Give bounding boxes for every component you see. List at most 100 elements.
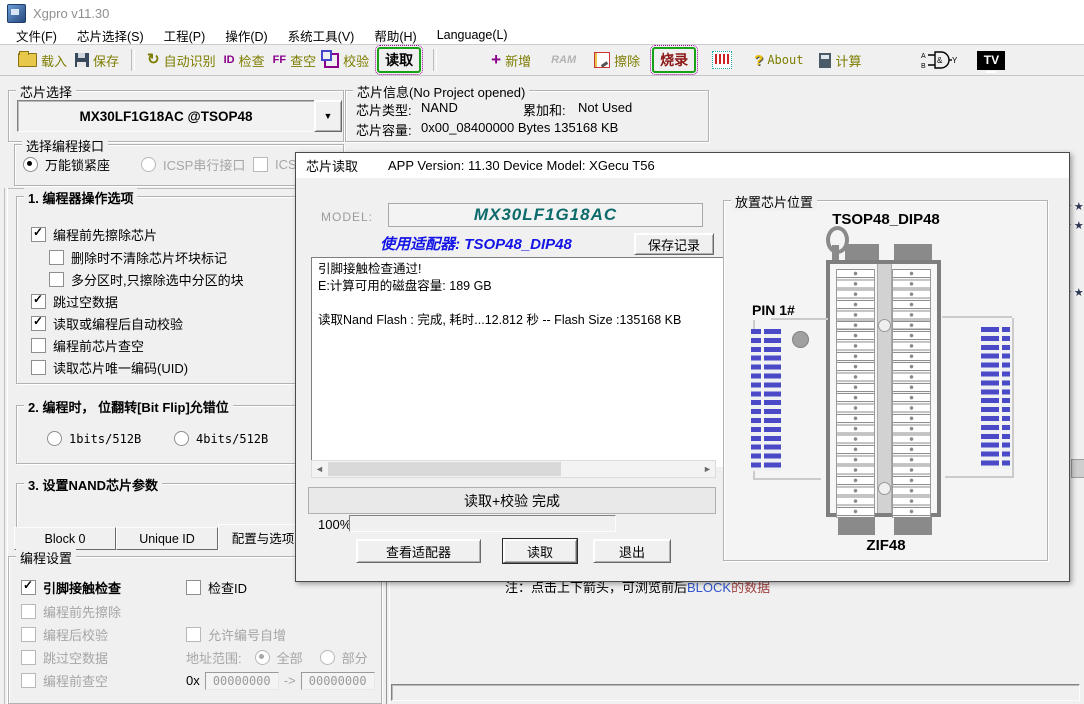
tv-button[interactable]: TV bbox=[973, 47, 1009, 73]
save-log-button[interactable]: 保存记录 bbox=[634, 233, 714, 255]
read-button[interactable]: 读取 bbox=[377, 47, 421, 73]
checksum-label: 累加和: bbox=[523, 100, 566, 119]
tab-unique-id[interactable]: Unique ID bbox=[116, 527, 218, 550]
svg-text:A: A bbox=[921, 53, 926, 60]
add-button[interactable]: +新增 bbox=[487, 47, 535, 73]
socket-rail bbox=[877, 264, 892, 513]
tab-block0[interactable]: Block 0 bbox=[14, 527, 116, 550]
log-output[interactable]: 引脚接触检查通过! E:计算可用的磁盘容量: 189 GB 读取Nand Fla… bbox=[311, 257, 728, 467]
checkbox-auto-increment-disabled: 允许编号自增 bbox=[186, 627, 286, 642]
menu-language[interactable]: Language(L) bbox=[427, 28, 518, 42]
radio-universal-socket[interactable]: 万能锁紧座 bbox=[23, 157, 110, 172]
bit-flip-group: 2. 编程时， 位翻转[Bit Flip]允错位 1bits/512B 4bit… bbox=[16, 405, 297, 464]
address-from-input bbox=[205, 672, 279, 690]
guide-line bbox=[942, 316, 1012, 318]
chip-type-value: NAND bbox=[421, 100, 458, 115]
chip-select-dropdown-button[interactable]: ▼ bbox=[314, 100, 342, 132]
socket-tab bbox=[838, 517, 875, 535]
guide-line bbox=[771, 318, 828, 320]
pin-strip bbox=[764, 329, 781, 471]
burn-button[interactable]: 烧录 bbox=[652, 47, 696, 73]
calculator-button[interactable]: 计算 bbox=[815, 47, 865, 73]
scrollbar-fragment[interactable] bbox=[1071, 459, 1084, 478]
blank-check-button[interactable]: FF查空 bbox=[269, 47, 320, 73]
radio-1bit-512b[interactable]: 1bits/512B bbox=[47, 431, 141, 446]
chip-select-group: 芯片选择 MX30LF1G18AC @TSOP48 ▼ bbox=[8, 90, 344, 142]
programming-settings-label: 编程设置 bbox=[16, 548, 76, 567]
log-line: E:计算可用的磁盘容量: 189 GB bbox=[318, 278, 721, 295]
load-button[interactable]: 载入 bbox=[14, 47, 71, 73]
pin-column-right bbox=[892, 269, 931, 518]
erase-button[interactable]: 擦除 bbox=[590, 47, 644, 73]
erase-icon bbox=[594, 52, 610, 68]
model-label: MODEL: bbox=[321, 210, 373, 224]
chip-select-combo[interactable]: MX30LF1G18AC @TSOP48 bbox=[17, 100, 315, 132]
pin1-dot bbox=[792, 331, 809, 348]
toolbar: 载入 保存 ↻自动识别 ID检查 FF查空 校验 读取 +新增 RAM 擦除 烧… bbox=[0, 45, 1084, 76]
checkbox-blank-check-before[interactable]: 编程前芯片查空 bbox=[31, 338, 144, 353]
checkbox-erase-selected-partition[interactable]: 多分区时,只擦除选中分区的块 bbox=[49, 272, 287, 287]
radio-icon bbox=[47, 431, 62, 446]
bottom-status-bar bbox=[391, 684, 1080, 701]
checkbox-read-uid[interactable]: 读取芯片唯一编码(UID) bbox=[31, 360, 188, 375]
socket-name: TSOP48_DIP48 bbox=[786, 211, 986, 228]
id-icon: ID bbox=[224, 54, 235, 66]
menu-file[interactable]: 文件(F) bbox=[6, 26, 67, 45]
scrollbar-thumb[interactable] bbox=[328, 462, 561, 476]
save-button[interactable]: 保存 bbox=[71, 47, 123, 73]
read-dialog-button[interactable]: 读取 bbox=[503, 539, 577, 563]
chevron-down-icon: ▼ bbox=[324, 111, 333, 121]
chip-info-group-label: 芯片信息(No Project opened) bbox=[353, 82, 529, 101]
interface-group-label: 选择编程接口 bbox=[22, 136, 108, 155]
checkbox-skip-blank-data[interactable]: 跳过空数据 bbox=[31, 294, 118, 309]
about-button[interactable]: ?About bbox=[750, 47, 807, 73]
checkbox-icon bbox=[21, 604, 36, 619]
progress-bar bbox=[349, 515, 616, 532]
guide-line bbox=[753, 478, 821, 480]
radio-icon bbox=[320, 650, 335, 665]
menu-bar: 文件(F) 芯片选择(S) 工程(P) 操作(D) 系统工具(V) 帮助(H) … bbox=[0, 26, 1084, 45]
arrow-label: -> bbox=[284, 673, 296, 688]
window-title: Xgpro v11.30 bbox=[33, 6, 109, 21]
pin1-label: PIN 1# bbox=[752, 302, 795, 318]
ff-icon: FF bbox=[273, 54, 286, 66]
progress-percent: 100% bbox=[318, 517, 351, 532]
menu-project[interactable]: 工程(P) bbox=[154, 26, 216, 45]
menu-chip-select[interactable]: 芯片选择(S) bbox=[67, 26, 154, 45]
menu-operation[interactable]: 操作(D) bbox=[215, 26, 277, 45]
menu-system-tools[interactable]: 系统工具(V) bbox=[278, 26, 365, 45]
auto-identify-button[interactable]: ↻自动识别 bbox=[143, 47, 220, 73]
chip-select-group-label: 芯片选择 bbox=[16, 82, 76, 101]
chip-capacity-label: 芯片容量: bbox=[356, 120, 412, 139]
checkbox-pin-contact-check[interactable]: 引脚接触检查 bbox=[21, 580, 121, 595]
chip-placement-label: 放置芯片位置 bbox=[731, 192, 817, 211]
checkbox-erase-before-program[interactable]: 编程前先擦除芯片 bbox=[31, 227, 157, 242]
ram-button: RAM bbox=[547, 47, 580, 73]
verify-button[interactable]: 校验 bbox=[320, 47, 373, 73]
pin-column-left bbox=[836, 269, 875, 518]
question-icon: ? bbox=[754, 52, 763, 69]
checkbox-check-id[interactable]: 检查ID bbox=[186, 580, 247, 595]
programmer-options-group: 1. 编程器操作选项 编程前先擦除芯片 删除时不清除芯片坏块标记 多分区时,只擦… bbox=[16, 196, 297, 384]
checkbox-icon bbox=[31, 316, 46, 331]
horizontal-scrollbar[interactable]: ◄ ► bbox=[311, 460, 716, 478]
checkbox-blank-before-disabled: 编程前查空 bbox=[21, 673, 108, 688]
scroll-left-icon[interactable]: ◄ bbox=[312, 462, 327, 476]
operation-status: 读取+校验 完成 bbox=[308, 487, 716, 514]
dialog-title-bar: 芯片读取 APP Version: 11.30 Device Model: XG… bbox=[296, 153, 1069, 178]
ram-icon: RAM bbox=[551, 54, 576, 66]
exit-button[interactable]: 退出 bbox=[593, 539, 671, 563]
log-line: 引脚接触检查通过! bbox=[318, 261, 721, 278]
logic-gate-button[interactable]: A B & Y bbox=[917, 47, 961, 73]
checkbox-auto-verify[interactable]: 读取或编程后自动校验 bbox=[31, 316, 183, 331]
view-adapter-button[interactable]: 查看适配器 bbox=[356, 539, 481, 563]
check-id-button[interactable]: ID检查 bbox=[220, 47, 269, 73]
checkbox-keep-badblock-marks[interactable]: 删除时不清除芯片坏块标记 bbox=[49, 250, 227, 265]
chip-program-button[interactable] bbox=[708, 47, 736, 73]
menu-help[interactable]: 帮助(H) bbox=[364, 26, 426, 45]
application-window: Xgpro v11.30 文件(F) 芯片选择(S) 工程(P) 操作(D) 系… bbox=[0, 0, 1084, 704]
checkbox-icon bbox=[186, 580, 201, 595]
radio-4bit-512b[interactable]: 4bits/512B bbox=[174, 431, 268, 446]
scroll-right-icon[interactable]: ► bbox=[700, 462, 715, 476]
title-bar: Xgpro v11.30 bbox=[0, 0, 1084, 26]
